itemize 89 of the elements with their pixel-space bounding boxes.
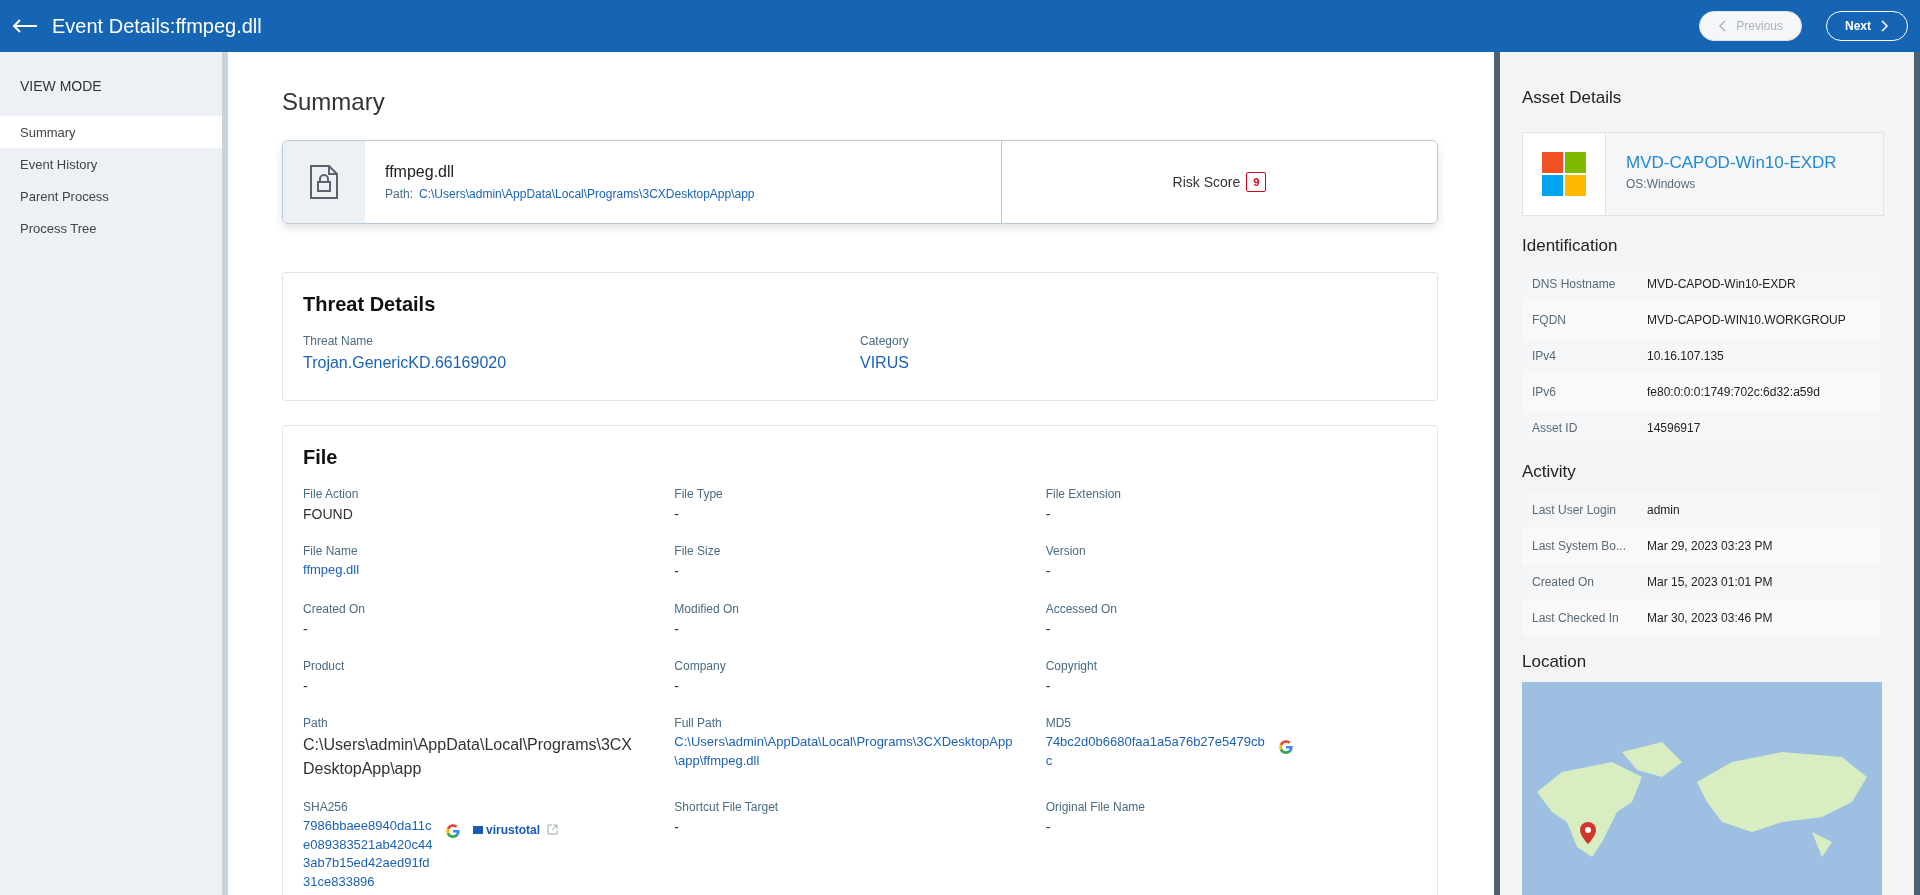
field-label: SHA256 bbox=[303, 799, 349, 814]
google-icon[interactable] bbox=[1277, 739, 1294, 756]
field-value: - bbox=[1045, 562, 1052, 582]
field-value: - bbox=[303, 677, 309, 697]
field-label: Path bbox=[303, 716, 329, 731]
detail-label: Last User Login bbox=[1532, 503, 1618, 517]
field-label: File Name bbox=[303, 544, 359, 559]
field-label: MD5 bbox=[1045, 716, 1072, 731]
file-name: ffmpeg.dll bbox=[385, 163, 456, 181]
chevron-right-icon bbox=[1881, 20, 1889, 32]
field-label: Accessed On bbox=[1045, 601, 1119, 616]
field-value: FOUND bbox=[303, 505, 354, 525]
detail-value: admin bbox=[1647, 503, 1680, 517]
sidebar-item[interactable]: Summary bbox=[0, 116, 222, 148]
detail-value: Mar 30, 2023 03:46 PM bbox=[1647, 611, 1773, 625]
field-label: Company bbox=[674, 659, 727, 674]
locked-file-icon bbox=[309, 164, 339, 200]
detail-label: IPv4 bbox=[1532, 349, 1557, 363]
field-label: File Size bbox=[674, 544, 722, 559]
detail-label: DNS Hostname bbox=[1532, 277, 1617, 291]
field-value: - bbox=[1045, 619, 1052, 639]
panel-title: Activity bbox=[1522, 462, 1577, 482]
field-label: Copyright bbox=[1045, 659, 1098, 674]
field-value-link[interactable]: VIRUS bbox=[860, 351, 1417, 375]
panel-title: Identification bbox=[1522, 236, 1619, 256]
external-link-icon[interactable] bbox=[547, 824, 558, 836]
field-label: Created On bbox=[303, 601, 367, 616]
sidebar-item[interactable]: Process Tree bbox=[0, 212, 222, 244]
virustotal-link[interactable]: virustotal bbox=[486, 822, 540, 837]
windows-logo-icon bbox=[1542, 152, 1586, 196]
detail-value: Mar 15, 2023 01:01 PM bbox=[1647, 575, 1773, 589]
field-value-link[interactable]: C:\Users\admin\AppData\Local\Programs\3CXDesktopApp\app\ffmpeg.dll bbox=[674, 733, 1015, 772]
field-label: Original File Name bbox=[1045, 799, 1147, 814]
asset-name-link[interactable]: MVD-CAPOD-Win10-EXDR bbox=[1626, 153, 1883, 173]
detail-value: Mar 29, 2023 03:23 PM bbox=[1647, 539, 1773, 553]
field-label: Version bbox=[1045, 544, 1087, 559]
page-title: Event Details:ffmpeg.dll bbox=[52, 14, 263, 38]
field-value: C:\Users\admin\AppData\Local\Programs\3CXDesktopApp\app bbox=[303, 735, 634, 779]
location-pin-icon bbox=[1580, 822, 1596, 844]
field-value: - bbox=[674, 677, 680, 697]
field-value-link[interactable]: ffmpeg.dll bbox=[303, 561, 643, 581]
google-icon[interactable] bbox=[445, 822, 461, 839]
sidebar-heading: VIEW MODE bbox=[19, 78, 103, 96]
risk-score-label: Risk Score bbox=[1172, 174, 1241, 190]
field-label: File Extension bbox=[1045, 487, 1123, 502]
field-value-link[interactable]: 74bc2d0b6680faa1a5a76b27e5479cbc bbox=[1045, 733, 1266, 772]
file-path: C:\Users\admin\AppData\Local\Programs\3CXDesktopApp\app bbox=[419, 187, 755, 201]
detail-value: 14596917 bbox=[1647, 421, 1701, 435]
detail-value: 10.16.107.135 bbox=[1647, 349, 1724, 363]
asset-os: OS:Windows bbox=[1626, 177, 1697, 191]
panel-title: Asset Details bbox=[1522, 88, 1623, 108]
field-value: - bbox=[1045, 677, 1052, 697]
field-label: Modified On bbox=[674, 601, 741, 616]
field-value: - bbox=[1045, 505, 1052, 525]
field-value-link[interactable]: Trojan.GenericKD.66169020 bbox=[303, 351, 860, 375]
field-label: Category bbox=[860, 334, 910, 348]
next-button[interactable]: Next bbox=[1826, 11, 1908, 41]
field-value: - bbox=[674, 619, 680, 639]
field-label: Full Path bbox=[674, 716, 723, 731]
card-title: File bbox=[303, 446, 339, 470]
field-value-link[interactable]: 7986bbaee8940da11ce089383521ab420c443ab7b15ed42aed91fd31ce833896 bbox=[303, 816, 433, 893]
field-value: - bbox=[674, 562, 680, 582]
detail-label: IPv6 bbox=[1532, 385, 1557, 399]
field-value: - bbox=[1045, 817, 1052, 837]
detail-label: Created On bbox=[1532, 575, 1596, 589]
path-label: Path: bbox=[385, 187, 414, 201]
field-value: - bbox=[674, 505, 680, 525]
card-title: Threat Details bbox=[303, 293, 437, 316]
field-label: File Action bbox=[303, 487, 360, 502]
detail-label: Asset ID bbox=[1532, 421, 1579, 435]
field-label: Shortcut File Target bbox=[674, 799, 780, 814]
sidebar-item[interactable]: Parent Process bbox=[0, 180, 222, 212]
detail-value: fe80:0:0:0:1749:702c:6d32:a59d bbox=[1647, 385, 1820, 399]
field-value: - bbox=[674, 817, 680, 837]
risk-score-badge: 9 bbox=[1246, 172, 1267, 192]
field-label: Threat Name bbox=[303, 334, 375, 348]
chevron-left-icon bbox=[1718, 20, 1727, 32]
field-label: Product bbox=[303, 659, 346, 674]
detail-label: Last System Bo... bbox=[1532, 539, 1628, 553]
detail-label: Last Checked In bbox=[1532, 611, 1620, 625]
field-label: File Type bbox=[674, 487, 724, 502]
sidebar-item[interactable]: Event History bbox=[0, 148, 222, 180]
section-title: Summary bbox=[282, 88, 386, 116]
panel-title: Location bbox=[1522, 652, 1588, 672]
detail-value: MVD-CAPOD-Win10-EXDR bbox=[1647, 277, 1796, 291]
back-arrow-icon[interactable] bbox=[12, 19, 38, 33]
detail-label: FQDN bbox=[1532, 313, 1567, 327]
detail-value: MVD-CAPOD-WIN10.WORKGROUP bbox=[1647, 313, 1846, 327]
field-value: - bbox=[303, 619, 309, 639]
